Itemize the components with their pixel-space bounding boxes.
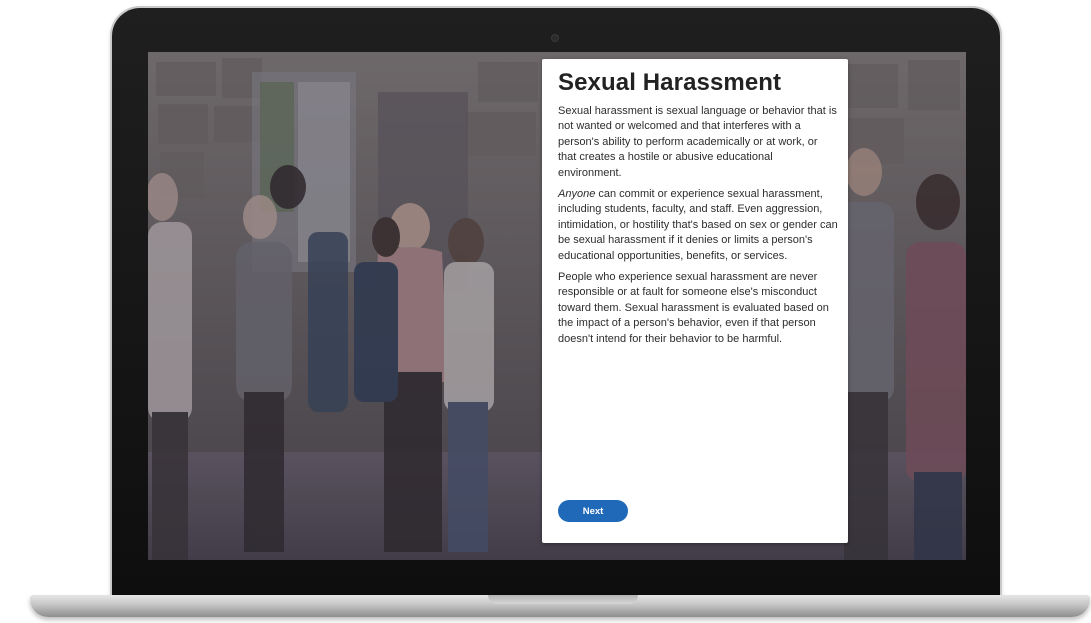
content-card: Sexual Harassment Sexual harassment is s… [542, 59, 848, 543]
paragraph-definition: Sexual harassment is sexual language or … [558, 105, 837, 179]
paragraph-responsibility: People who experience sexual harassment … [558, 271, 829, 345]
laptop-hinge-notch [488, 595, 638, 604]
card-body: Sexual harassment is sexual language or … [558, 104, 838, 353]
card-title: Sexual Harassment [558, 69, 782, 96]
paragraph-anyone: Anyone can commit or experience sexual h… [558, 187, 838, 264]
webcam [552, 35, 558, 41]
paragraph-anyone-text: can commit or experience sexual harassme… [558, 188, 838, 262]
emphasis-anyone: Anyone [558, 188, 596, 201]
next-button[interactable]: Next [558, 500, 628, 522]
laptop-screen: Sexual Harassment Sexual harassment is s… [148, 52, 966, 560]
